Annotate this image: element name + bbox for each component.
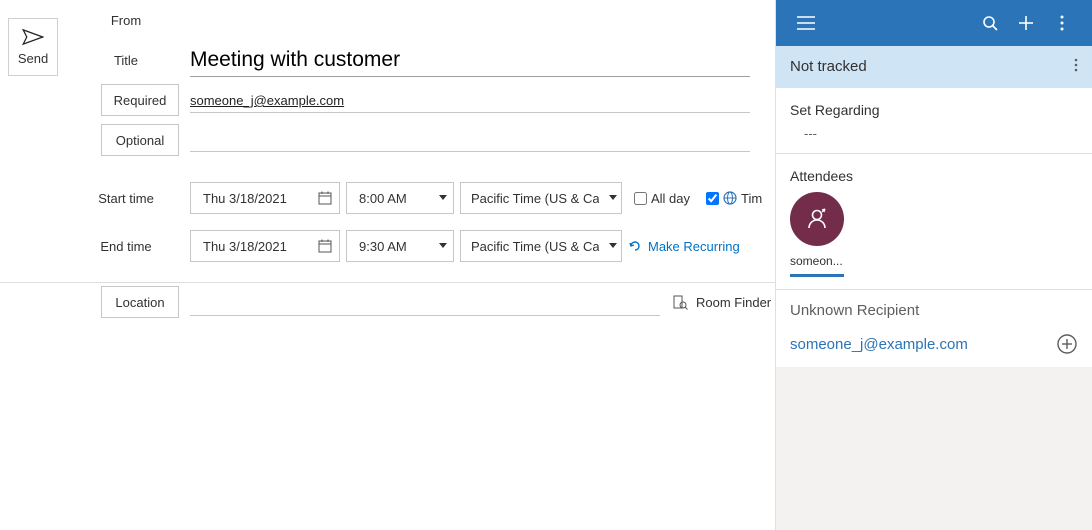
title-input[interactable] [190, 44, 750, 77]
send-button[interactable]: Send [8, 18, 58, 76]
attendee-selected-indicator [790, 274, 844, 277]
menu-icon[interactable] [788, 5, 824, 41]
attendee-name: someon... [790, 254, 844, 268]
globe-icon [723, 191, 737, 205]
d365-header [776, 0, 1092, 46]
recurring-icon [628, 239, 642, 253]
attendees-section: Attendees someon... [776, 154, 1092, 290]
send-label: Send [18, 51, 48, 66]
title-label: Title [68, 53, 184, 68]
optional-field[interactable] [190, 128, 750, 152]
location-button[interactable]: Location [101, 286, 179, 318]
location-input[interactable] [190, 288, 660, 316]
required-button[interactable]: Required [101, 84, 179, 116]
calendar-icon [317, 238, 333, 254]
end-time-picker[interactable]: 9:30 AM [346, 230, 454, 262]
start-time-label: Start time [68, 191, 184, 206]
add-recipient-button[interactable] [1056, 333, 1078, 355]
room-finder-link[interactable]: Room Finder [672, 294, 771, 310]
set-regarding-label: Set Regarding [790, 102, 1078, 118]
track-options-icon[interactable] [1074, 58, 1078, 76]
more-icon[interactable] [1044, 5, 1080, 41]
start-date-picker[interactable]: Thu 3/18/2021 [190, 182, 340, 214]
end-timezone-picker[interactable]: Pacific Time (US & Canada) [460, 230, 622, 262]
all-day-checkbox[interactable] [634, 192, 647, 205]
timezones-checkbox[interactable] [706, 192, 719, 205]
make-recurring-link[interactable]: Make Recurring [628, 239, 740, 254]
unknown-recipient-section: Unknown Recipient someone_j@example.com [776, 290, 1092, 367]
calendar-icon [317, 190, 333, 206]
add-icon[interactable] [1008, 5, 1044, 41]
room-finder-icon [672, 294, 688, 310]
start-time-picker[interactable]: 8:00 AM [346, 182, 454, 214]
chevron-down-icon [439, 195, 447, 201]
start-timezone-picker[interactable]: Pacific Time (US & Canada) [460, 182, 622, 214]
chevron-down-icon [609, 195, 617, 201]
set-regarding-value: --- [790, 126, 1078, 141]
required-field[interactable]: someone_j@example.com [190, 87, 750, 113]
chevron-down-icon [609, 243, 617, 249]
person-icon [804, 206, 830, 232]
from-label: From [68, 13, 184, 28]
send-icon [22, 29, 44, 45]
required-recipient[interactable]: someone_j@example.com [190, 93, 344, 108]
end-date-picker[interactable]: Thu 3/18/2021 [190, 230, 340, 262]
track-status-bar[interactable]: Not tracked [776, 46, 1092, 88]
attendees-label: Attendees [790, 168, 1078, 184]
unknown-recipient-label: Unknown Recipient [790, 302, 1078, 319]
optional-button[interactable]: Optional [101, 124, 179, 156]
all-day-label: All day [651, 191, 690, 206]
attendee-avatar[interactable] [790, 192, 844, 246]
end-time-label: End time [68, 239, 184, 254]
track-status-text: Not tracked [790, 58, 867, 75]
chevron-down-icon [439, 243, 447, 249]
set-regarding-section[interactable]: Set Regarding --- [776, 88, 1092, 154]
timezones-label: Tim [741, 191, 762, 206]
unknown-recipient-email[interactable]: someone_j@example.com [790, 336, 968, 353]
search-icon[interactable] [972, 5, 1008, 41]
